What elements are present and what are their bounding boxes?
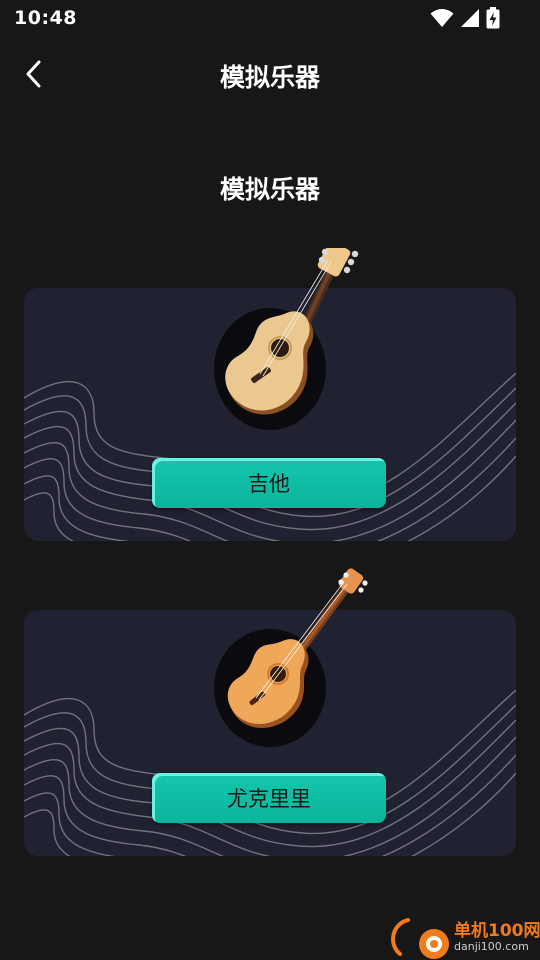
status-time: 10:48 xyxy=(14,7,77,29)
wifi-icon xyxy=(430,9,454,27)
status-icons xyxy=(430,7,500,29)
instrument-card-ukulele[interactable]: 尤克里里 xyxy=(24,568,516,856)
watermark-title: 单机100网 xyxy=(454,921,540,941)
danji-logo-icon xyxy=(391,918,449,959)
app-bar: 模拟乐器 xyxy=(0,46,540,102)
ukulele-icon xyxy=(214,568,368,747)
section-title: 模拟乐器 xyxy=(219,175,320,204)
status-bar: 10:48 xyxy=(0,0,540,38)
watermark-url: danji100.com xyxy=(454,940,529,953)
instrument-card-guitar[interactable]: 吉他 xyxy=(24,248,516,541)
guitar-button[interactable]: 吉他 xyxy=(152,458,386,508)
watermark: 单机100网 danji100.com xyxy=(388,914,540,960)
page-title: 模拟乐器 xyxy=(219,63,320,92)
acoustic-guitar-icon xyxy=(214,248,359,430)
battery-charging-icon xyxy=(486,7,500,29)
cellular-signal-icon xyxy=(461,9,479,27)
ukulele-button[interactable]: 尤克里里 xyxy=(152,773,386,823)
